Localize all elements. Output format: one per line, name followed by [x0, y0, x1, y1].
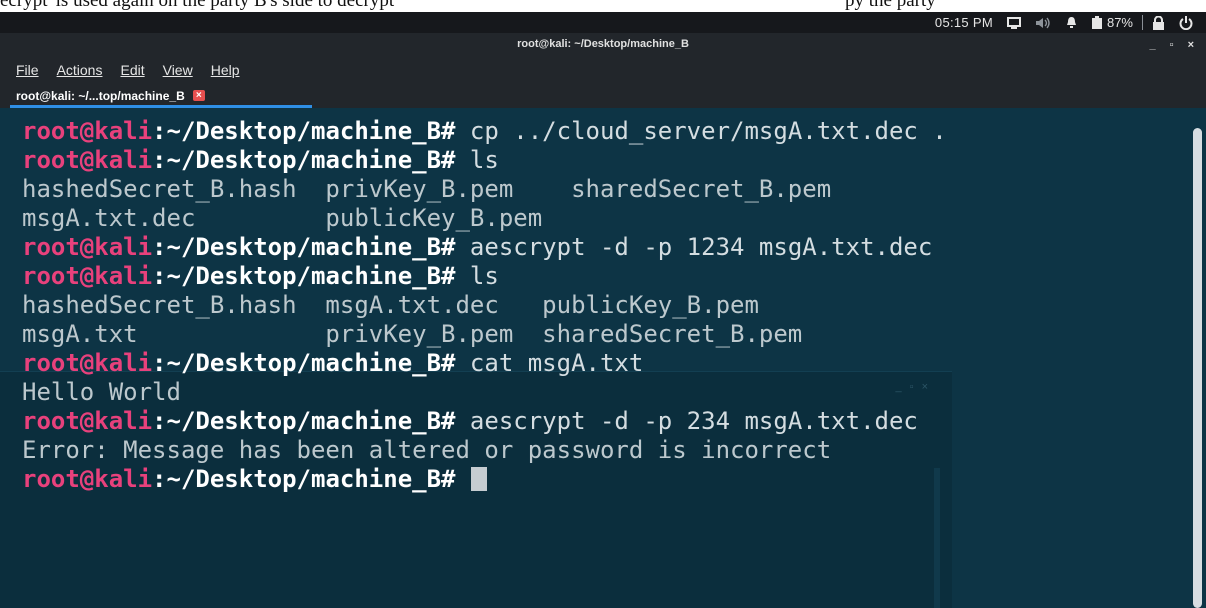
terminal-area[interactable]: _▫× root@kali:~/Desktop/machine_B# cp ..… [0, 108, 1206, 608]
window-title: root@kali: ~/Desktop/machine_B [517, 38, 689, 50]
prompt-user: root@kali [22, 146, 153, 174]
menu-view-label: View [162, 62, 193, 78]
menu-actions[interactable]: Actions [57, 62, 103, 78]
window-controls: _ ▫ × [1150, 33, 1194, 57]
prompt-colon: : [152, 262, 167, 290]
prompt-line: root@kali:~/Desktop/machine_B# cat msgA.… [22, 349, 947, 378]
prompt-line: root@kali:~/Desktop/machine_B# ls [22, 262, 947, 291]
command-text: cat msgA.txt [455, 349, 644, 377]
menu-edit[interactable]: Edit [120, 62, 144, 78]
prompt-path: ~/Desktop/machine_B# [166, 233, 456, 261]
text-cursor [470, 467, 487, 491]
command-text: ls [455, 262, 499, 290]
window-titlebar[interactable]: root@kali: ~/Desktop/machine_B _ ▫ × [0, 33, 1206, 57]
command-text: aescrypt -d -p 1234 msgA.txt.dec [455, 233, 933, 261]
prompt-colon: : [152, 233, 167, 261]
prompt-colon: : [152, 407, 167, 435]
volume-icon[interactable] [1028, 12, 1058, 33]
battery-status[interactable]: 87% [1085, 12, 1140, 33]
prompt-user: root@kali [22, 117, 153, 145]
prompt-line: root@kali:~/Desktop/machine_B# cp ../clo… [22, 117, 947, 146]
output-line: msgA.txt.dec publicKey_B.pem [22, 204, 543, 232]
panel-separator [1142, 15, 1143, 30]
prompt-path: ~/Desktop/machine_B# [166, 465, 456, 493]
output-line: Error: Message has been altered or passw… [22, 436, 832, 464]
output-line: hashedSecret_B.hash privKey_B.pem shared… [22, 175, 832, 203]
display-icon[interactable] [1000, 12, 1028, 33]
menu-file-label: File [16, 62, 39, 78]
output-line: msgA.txt privKey_B.pem sharedSecret_B.pe… [22, 320, 803, 348]
prompt-line: root@kali:~/Desktop/machine_B# aescrypt … [22, 407, 947, 436]
command-text: aescrypt -d -p 234 msgA.txt.dec [455, 407, 918, 435]
document-caption-left: ecrypt' is used again on the party B's s… [0, 0, 395, 11]
prompt-path: ~/Desktop/machine_B# [166, 146, 456, 174]
terminal-output: root@kali:~/Desktop/machine_B# cp ../clo… [22, 117, 947, 494]
tab-bar: root@kali: ~/...top/machine_B × [0, 83, 1206, 108]
output-line: hashedSecret_B.hash msgA.txt.dec publicK… [22, 291, 759, 319]
prompt-user: root@kali [22, 349, 153, 377]
menu-actions-label: Actions [56, 62, 103, 78]
lock-icon[interactable] [1145, 12, 1172, 33]
prompt-path: ~/Desktop/machine_B# [166, 407, 456, 435]
menu-file[interactable]: File [16, 62, 39, 78]
battery-percent: 87% [1106, 15, 1133, 30]
prompt-user: root@kali [22, 233, 153, 261]
prompt-path: ~/Desktop/machine_B# [166, 117, 456, 145]
scrollbar-thumb[interactable] [1193, 128, 1202, 608]
prompt-path: ~/Desktop/machine_B# [166, 349, 456, 377]
prompt-path: ~/Desktop/machine_B# [166, 262, 456, 290]
clock[interactable]: 05:15 PM [928, 12, 1000, 33]
prompt-colon: : [152, 465, 167, 493]
command-text: cp ../cloud_server/msgA.txt.dec . [455, 117, 947, 145]
command-text: ls [455, 146, 499, 174]
prompt-user: root@kali [22, 465, 153, 493]
menu-help[interactable]: Help [211, 62, 240, 78]
tab-label: root@kali: ~/...top/machine_B [16, 88, 185, 103]
top-panel: 05:15 PM 87% [0, 12, 1206, 33]
maximize-icon[interactable]: ▫ [1170, 39, 1174, 51]
command-text [455, 465, 469, 493]
bell-icon[interactable] [1058, 12, 1085, 33]
terminal-scrollbar[interactable] [1193, 128, 1202, 608]
menu-bar: File Actions Edit View Help [0, 57, 1206, 83]
prompt-user: root@kali [22, 407, 153, 435]
menu-edit-label: Edit [120, 62, 145, 78]
battery-icon [1091, 16, 1102, 29]
prompt-colon: : [152, 117, 167, 145]
document-caption-strip: ecrypt' is used again on the party B's s… [0, 0, 1206, 12]
output-line: Hello World [22, 378, 181, 406]
document-caption-right: py the party [845, 0, 936, 11]
menu-view[interactable]: View [163, 62, 193, 78]
prompt-user: root@kali [22, 262, 153, 290]
minimize-icon[interactable]: _ [1150, 39, 1156, 51]
menu-help-label: Help [210, 62, 240, 78]
close-icon[interactable]: × [1188, 39, 1194, 51]
tab-close-icon[interactable]: × [192, 90, 205, 101]
panel-tray: 05:15 PM 87% [928, 12, 1200, 33]
power-icon[interactable] [1172, 12, 1200, 33]
prompt-line: root@kali:~/Desktop/machine_B# [22, 465, 947, 494]
prompt-colon: : [152, 349, 167, 377]
prompt-line: root@kali:~/Desktop/machine_B# ls [22, 146, 947, 175]
terminal-window: 05:15 PM 87% root@kali: ~/Desktop/machin… [0, 12, 1206, 608]
prompt-line: root@kali:~/Desktop/machine_B# aescrypt … [22, 233, 947, 262]
prompt-colon: : [152, 146, 167, 174]
